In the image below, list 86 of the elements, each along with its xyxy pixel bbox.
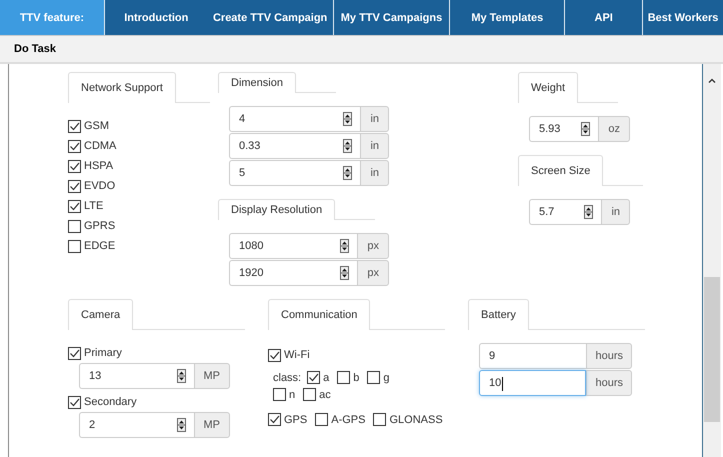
unit-label: px bbox=[357, 233, 389, 259]
checkbox[interactable] bbox=[68, 396, 81, 408]
unit-label: hours bbox=[586, 343, 632, 369]
spinner-icon[interactable] bbox=[176, 418, 186, 432]
unit-label: MP bbox=[194, 412, 230, 438]
unit-label: MP bbox=[194, 363, 230, 389]
nav-tab[interactable]: Best Workers bbox=[642, 0, 723, 35]
spinner-icon[interactable] bbox=[581, 122, 590, 136]
nav-tab[interactable]: Create TTV Campaign bbox=[208, 0, 333, 35]
nav-tab[interactable]: API bbox=[564, 0, 642, 35]
checkbox[interactable] bbox=[268, 348, 281, 362]
checkbox-label: A-GPS bbox=[331, 414, 366, 426]
section-tab[interactable]: Screen Size bbox=[518, 155, 604, 186]
number-field[interactable]: 5.93 bbox=[529, 116, 598, 142]
section-tab[interactable]: Weight bbox=[518, 72, 578, 103]
nav-tab[interactable]: My Templates bbox=[449, 0, 564, 35]
checkbox[interactable] bbox=[68, 120, 81, 132]
checkbox[interactable] bbox=[367, 371, 380, 384]
nav-tab[interactable]: Introduction bbox=[104, 0, 208, 35]
checkbox[interactable] bbox=[68, 200, 81, 212]
unit-label: in bbox=[360, 160, 389, 186]
number-field[interactable]: 2 bbox=[79, 412, 194, 438]
checkbox[interactable] bbox=[268, 413, 281, 426]
spinner-icon[interactable] bbox=[343, 112, 352, 126]
checkbox[interactable] bbox=[373, 413, 386, 426]
unit-label: in bbox=[360, 133, 389, 159]
checkbox-label: GLONASS bbox=[389, 414, 443, 426]
spinner-icon[interactable] bbox=[176, 369, 186, 383]
number-field[interactable]: 5.7 bbox=[529, 199, 602, 225]
spinner-icon[interactable] bbox=[340, 266, 350, 280]
number-field[interactable]: 4 bbox=[229, 106, 360, 132]
checkbox-label: GSM bbox=[84, 120, 110, 132]
checkbox[interactable] bbox=[307, 371, 320, 384]
checkbox-label: Wi-Fi bbox=[284, 349, 310, 361]
checkbox[interactable] bbox=[303, 388, 316, 401]
checkbox-label: b bbox=[353, 372, 360, 384]
checkbox-label: EDGE bbox=[84, 240, 116, 252]
checkbox-label: CDMA bbox=[84, 140, 116, 152]
number-field[interactable]: 1080 bbox=[229, 233, 358, 259]
scroll-up-icon[interactable] bbox=[708, 78, 716, 83]
checkbox-label: g bbox=[383, 372, 390, 384]
checkbox-label: n bbox=[289, 388, 296, 400]
checkbox[interactable] bbox=[68, 160, 81, 172]
number-field[interactable]: 0.33 bbox=[229, 133, 360, 159]
checkbox[interactable] bbox=[68, 346, 81, 360]
spinner-icon[interactable] bbox=[340, 239, 350, 253]
checkbox[interactable] bbox=[68, 240, 81, 252]
checkbox[interactable] bbox=[68, 220, 81, 232]
number-field[interactable]: 10 bbox=[479, 370, 586, 396]
scrollbar[interactable] bbox=[702, 64, 721, 457]
section-tab[interactable]: Network Support bbox=[68, 72, 176, 103]
spinner-icon[interactable] bbox=[343, 166, 352, 180]
checkbox[interactable] bbox=[315, 413, 328, 426]
checkbox[interactable] bbox=[68, 140, 81, 152]
section-tab[interactable]: Camera bbox=[68, 299, 134, 330]
nav-tab[interactable]: My TTV Campaigns bbox=[332, 0, 450, 35]
checkbox-label: LTE bbox=[84, 200, 104, 212]
number-field[interactable]: 9 bbox=[479, 343, 586, 369]
spinner-icon[interactable] bbox=[343, 139, 352, 153]
unit-label: in bbox=[601, 199, 630, 225]
class-label: class: bbox=[273, 372, 302, 384]
section-tab[interactable]: Battery bbox=[468, 299, 529, 330]
checkbox[interactable] bbox=[273, 388, 286, 401]
checkbox[interactable] bbox=[68, 180, 81, 192]
checkbox-label: GPS bbox=[284, 414, 308, 426]
checkbox-label: GPRS bbox=[84, 220, 116, 232]
checkbox-label: HSPA bbox=[84, 160, 114, 172]
unit-label: oz bbox=[598, 116, 630, 142]
number-field[interactable]: 13 bbox=[79, 363, 194, 389]
unit-label: hours bbox=[586, 370, 632, 396]
number-field[interactable]: 1920 bbox=[229, 260, 358, 286]
checkbox-label: ac bbox=[319, 388, 331, 400]
unit-label: px bbox=[357, 260, 389, 286]
scroll-thumb[interactable] bbox=[704, 277, 720, 422]
checkbox[interactable] bbox=[337, 371, 350, 384]
checkbox-label: EVDO bbox=[84, 180, 116, 192]
spinner-icon[interactable] bbox=[584, 205, 594, 219]
unit-label: in bbox=[360, 106, 389, 132]
checkbox-label: Secondary bbox=[84, 396, 137, 408]
checkbox-label: Primary bbox=[84, 347, 122, 359]
checkbox-label: a bbox=[323, 372, 330, 384]
number-field[interactable]: 5 bbox=[229, 160, 360, 186]
page-title: Do Task bbox=[14, 43, 56, 55]
section-tab[interactable]: Communication bbox=[268, 299, 370, 330]
section-tab[interactable]: Display Resolution bbox=[218, 199, 336, 220]
section-tab[interactable]: Dimension bbox=[218, 72, 296, 93]
